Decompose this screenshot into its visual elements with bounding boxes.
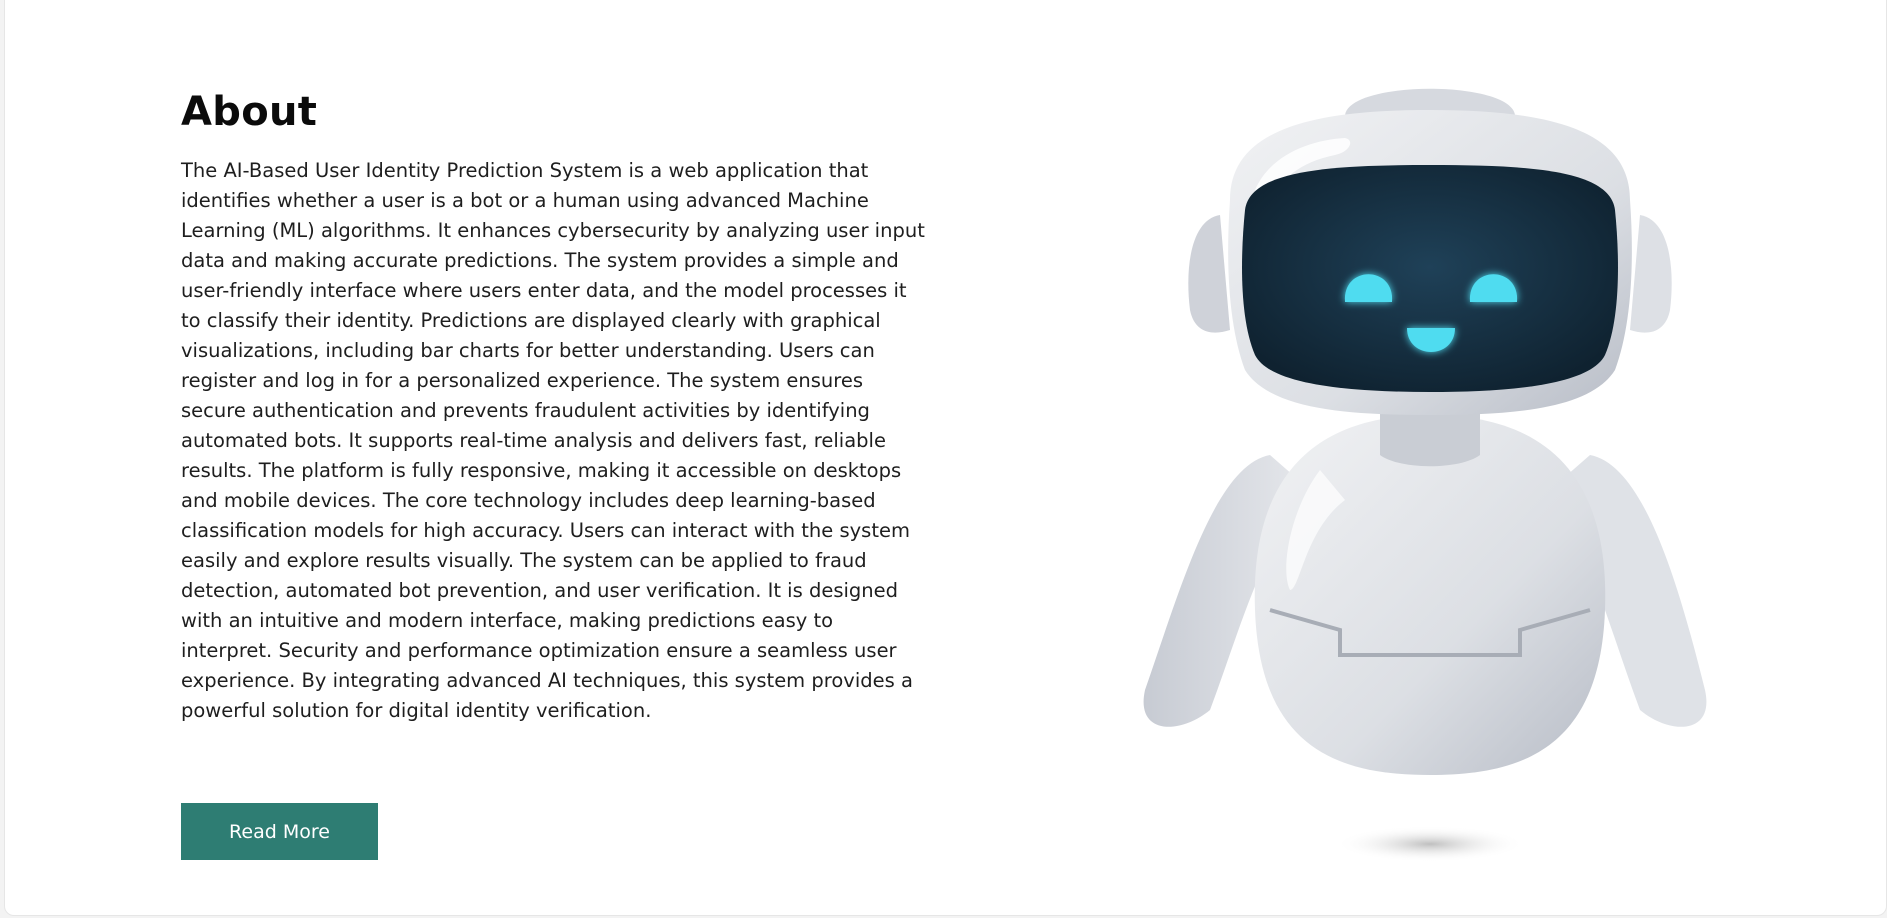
robot-icon <box>1143 88 1707 862</box>
about-section: About The AI-Based User Identity Predict… <box>0 0 1887 918</box>
about-title: About <box>181 89 318 135</box>
read-more-button[interactable]: Read More <box>181 803 378 860</box>
about-text-block: About The AI-Based User Identity Predict… <box>181 86 941 726</box>
about-description: The AI-Based User Identity Prediction Sy… <box>181 159 925 722</box>
